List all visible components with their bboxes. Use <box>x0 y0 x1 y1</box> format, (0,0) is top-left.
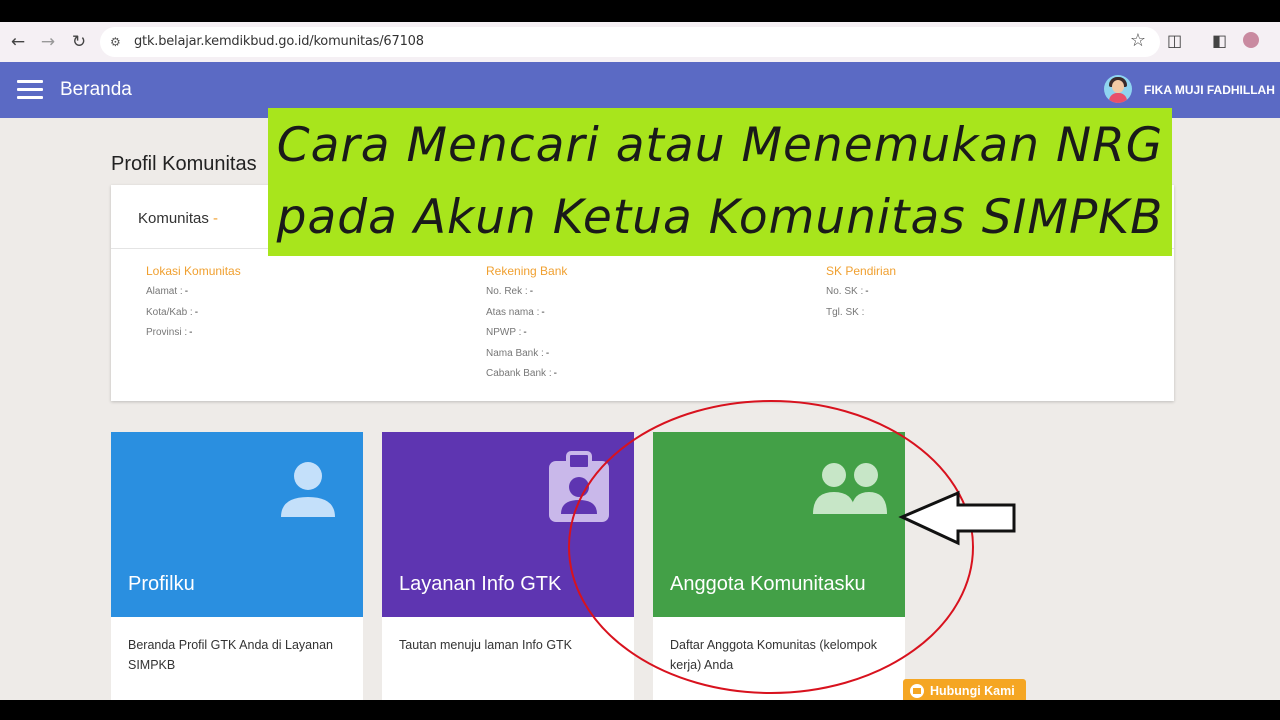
komunitas-label: Komunitas - <box>138 210 218 227</box>
field-label: Cabank Bank : <box>486 368 552 379</box>
hubungi-kami-label: Hubungi Kami <box>930 684 1015 698</box>
banner-line-1: Cara Mencari atau Menemukan NRG <box>276 118 1164 173</box>
field-label: No. Rek : <box>486 286 528 297</box>
field-label: Provinsi : <box>146 327 188 338</box>
field-row: Kota/Kab :- <box>146 307 241 328</box>
field-value: - <box>865 286 869 297</box>
extensions-icon[interactable]: ◫ <box>1167 31 1182 50</box>
field-row: Provinsi :- <box>146 327 241 348</box>
field-row: Alamat :- <box>146 286 241 307</box>
field-value: - <box>553 368 557 379</box>
badge-icon <box>549 451 609 522</box>
url-text: gtk.belajar.kemdikbud.go.id/komunitas/67… <box>134 34 424 49</box>
tile-layanan-info-gtk[interactable]: Layanan Info GTK Tautan menuju laman Inf… <box>382 432 634 700</box>
field-row: Atas nama :- <box>486 307 567 328</box>
tutorial-banner: Cara Mencari atau Menemukan NRG pada Aku… <box>268 108 1172 256</box>
tile-anggota-komunitasku[interactable]: Anggota Komunitasku Daftar Anggota Komun… <box>653 432 905 700</box>
banner-line-2: pada Akun Ketua Komunitas SIMPKB <box>276 190 1164 245</box>
field-label: Nama Bank : <box>486 347 544 359</box>
field-value: - <box>184 286 189 297</box>
tile-title: Anggota Komunitasku <box>670 573 866 595</box>
browser-toolbar: ← → ↻ ⚙ gtk.belajar.kemdikbud.go.id/komu… <box>0 22 1280 62</box>
sk-title: SK Pendirian <box>826 264 897 278</box>
field-value: - <box>529 286 534 297</box>
user-avatar[interactable] <box>1104 75 1132 103</box>
field-value: - <box>523 327 527 338</box>
lokasi-column: Lokasi Komunitas Alamat :- Kota/Kab :- P… <box>146 264 241 348</box>
tile-description: Beranda Profil GTK Anda di Layanan SIMPK… <box>128 638 333 672</box>
field-row: Cabank Bank :- <box>486 368 567 389</box>
tile-header: Profilku <box>111 432 363 617</box>
address-bar[interactable]: ⚙ gtk.belajar.kemdikbud.go.id/komunitas/… <box>100 27 1160 57</box>
tile-header: Layanan Info GTK <box>382 432 634 617</box>
rekening-title: Rekening Bank <box>486 264 568 278</box>
field-row: No. Rek :- <box>486 286 567 307</box>
field-row: Tgl. SK : <box>826 307 896 328</box>
group-icon <box>813 463 887 514</box>
hubungi-kami-button[interactable]: Hubungi Kami <box>903 679 1026 700</box>
komunitas-name-value: - <box>213 210 219 227</box>
tile-title: Profilku <box>128 573 195 595</box>
mail-icon <box>910 684 924 698</box>
field-row: No. SK :- <box>826 286 896 307</box>
field-label: Alamat : <box>146 286 183 297</box>
menu-icon[interactable] <box>17 80 43 100</box>
site-info-icon[interactable]: ⚙ <box>110 35 121 49</box>
bookmark-star-icon[interactable]: ☆ <box>1130 30 1146 51</box>
field-value: - <box>545 347 550 359</box>
field-value: - <box>194 306 199 318</box>
tile-profilku[interactable]: Profilku Beranda Profil GTK Anda di Laya… <box>111 432 363 700</box>
person-icon <box>281 462 335 517</box>
back-icon[interactable]: ← <box>7 31 29 53</box>
forward-icon[interactable]: → <box>37 31 59 53</box>
side-panel-icon[interactable]: ◧ <box>1212 31 1227 50</box>
field-label: No. SK : <box>826 286 864 297</box>
lokasi-title: Lokasi Komunitas <box>146 264 241 278</box>
profile-avatar-icon[interactable] <box>1243 32 1259 48</box>
field-row: NPWP :- <box>486 327 567 348</box>
app-title: Beranda <box>60 79 132 100</box>
tile-description: Daftar Anggota Komunitas (kelompok kerja… <box>670 638 878 672</box>
field-label: Atas nama : <box>486 306 540 318</box>
tile-description: Tautan menuju laman Info GTK <box>399 638 573 652</box>
field-value: - <box>541 306 545 318</box>
tile-header: Anggota Komunitasku <box>653 432 905 617</box>
tile-title: Layanan Info GTK <box>399 573 562 595</box>
page-title: Profil Komunitas <box>111 153 257 175</box>
field-label: Kota/Kab : <box>146 306 193 318</box>
field-label: NPWP : <box>486 327 522 338</box>
user-name[interactable]: FIKA MUJI FADHILLAH <box>1144 83 1275 97</box>
komunitas-label-text: Komunitas <box>138 210 209 227</box>
field-value: - <box>189 327 193 338</box>
field-label: Tgl. SK : <box>826 306 865 318</box>
rekening-column: Rekening Bank No. Rek :- Atas nama :- NP… <box>486 264 567 389</box>
reload-icon[interactable]: ↻ <box>68 31 90 53</box>
sk-column: SK Pendirian No. SK :- Tgl. SK : <box>826 264 896 327</box>
field-row: Nama Bank :- <box>486 348 567 369</box>
